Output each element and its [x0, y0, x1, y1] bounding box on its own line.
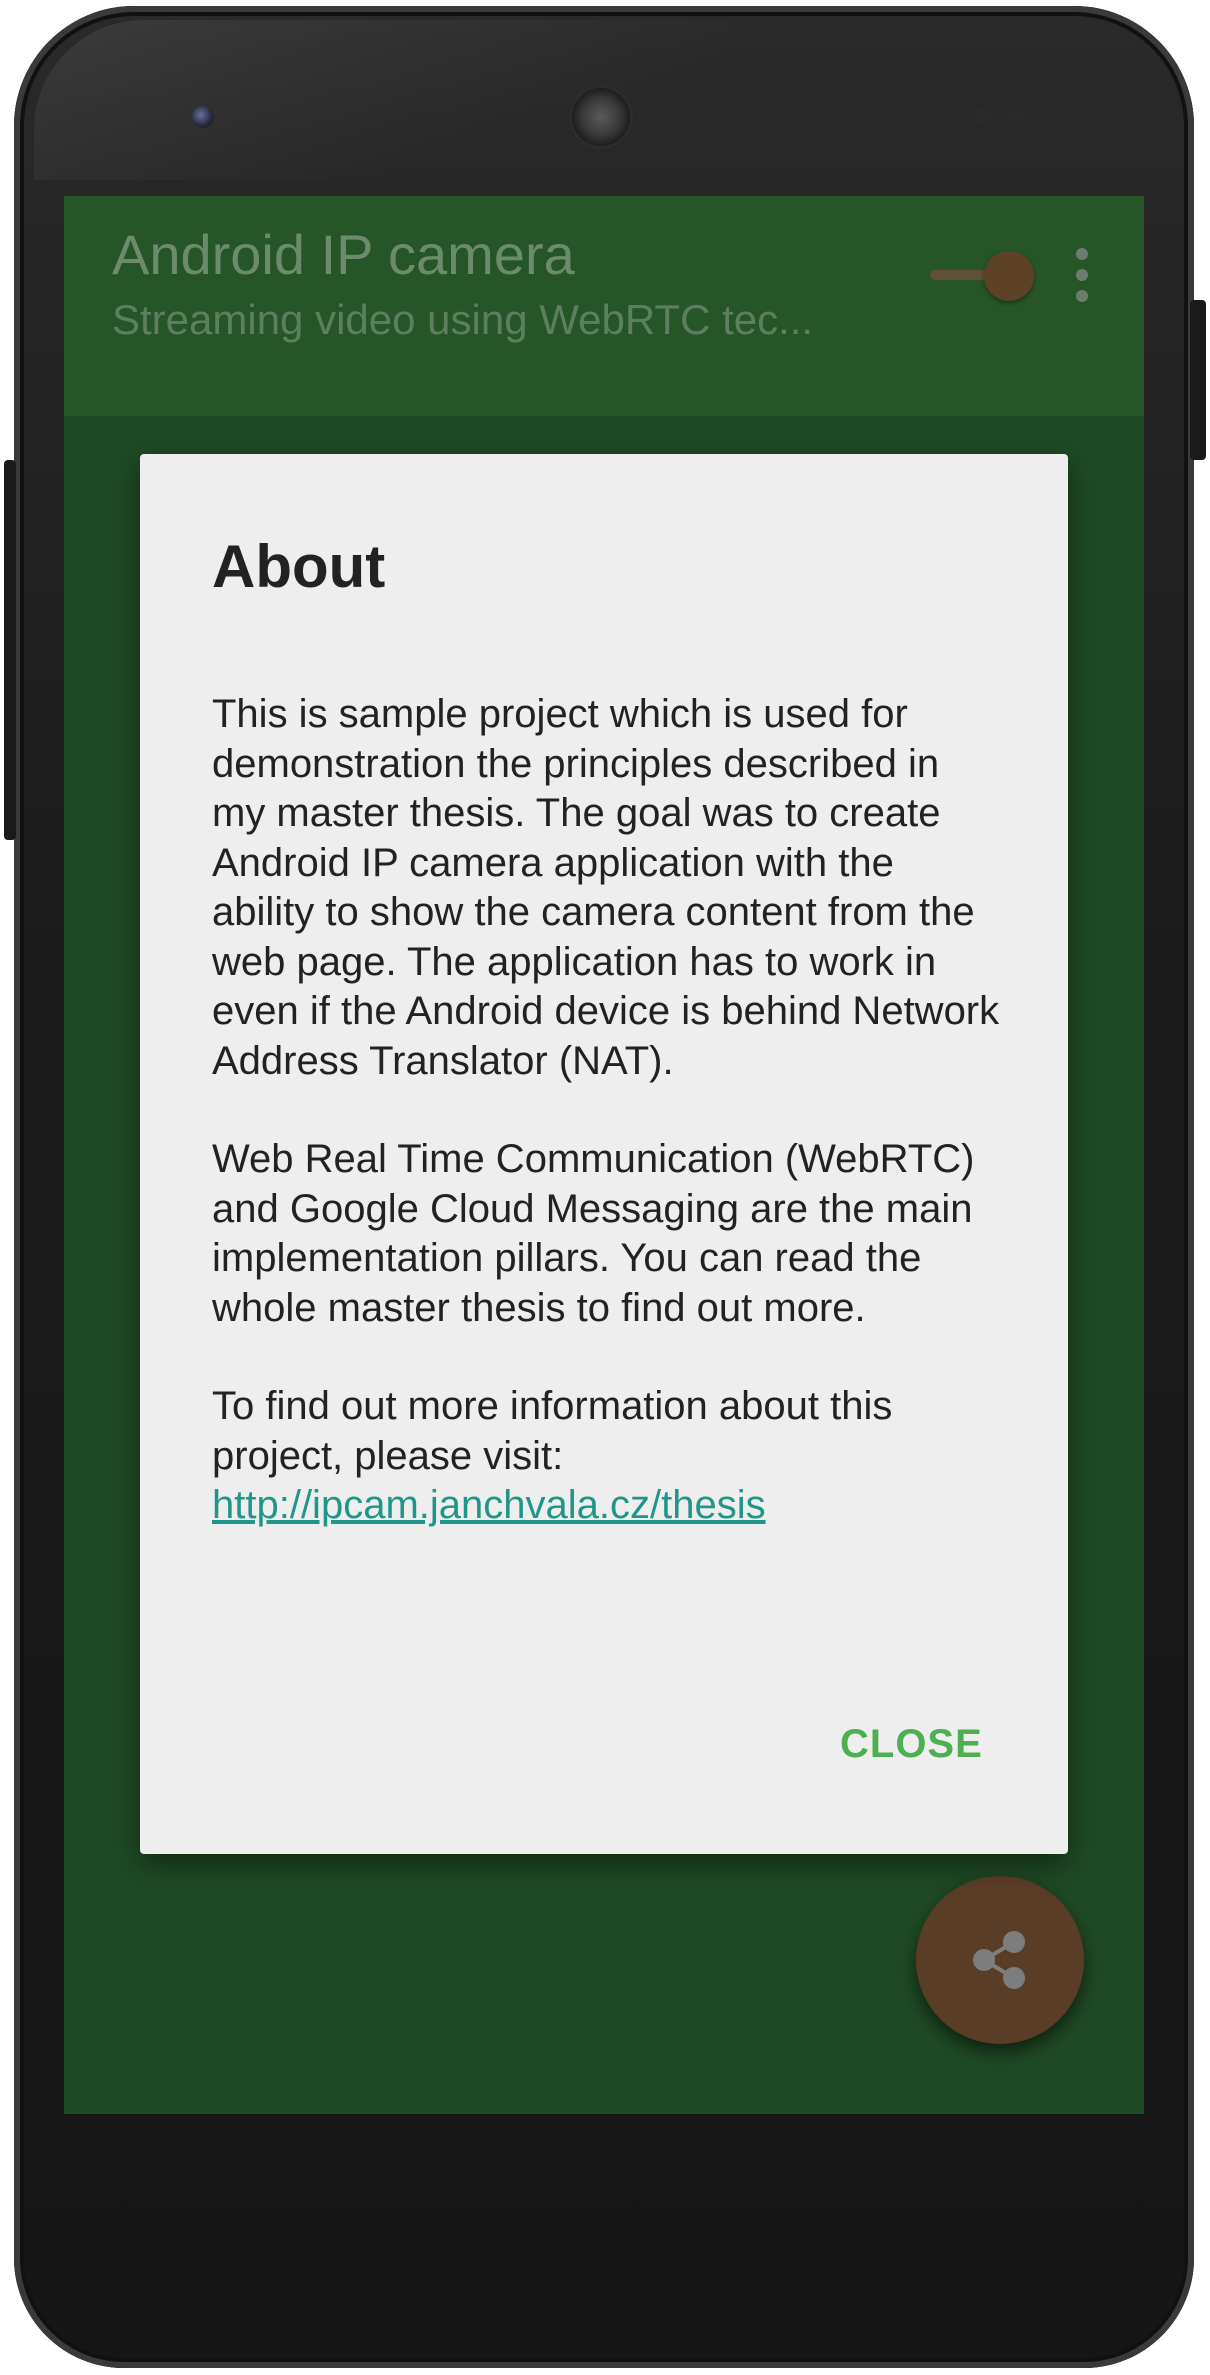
light-sensor — [1008, 108, 1024, 124]
front-camera-icon — [192, 106, 214, 128]
app-title: Android IP camera — [112, 223, 575, 286]
close-button[interactable]: CLOSE — [840, 1722, 983, 1767]
switch-thumb — [984, 251, 1034, 301]
app-screen: Android IP camera Streaming video using … — [64, 196, 1144, 2114]
dialog-body: This is sample project which is used for… — [212, 690, 1002, 1531]
volume-rocker — [4, 460, 16, 840]
phone-sheen — [34, 20, 734, 180]
toolbar: Android IP camera Streaming video using … — [64, 196, 1144, 416]
app-subtitle: Streaming video using WebRTC tec... — [112, 296, 814, 343]
share-icon — [973, 1931, 1025, 1989]
share-fab-button[interactable] — [916, 1876, 1084, 2044]
streaming-switch[interactable] — [930, 248, 1040, 304]
power-button — [1190, 300, 1206, 460]
about-dialog: About This is sample project which is us… — [140, 454, 1068, 1854]
proximity-sensor — [975, 108, 991, 124]
dialog-paragraph-3: To find out more information about this … — [212, 1382, 1002, 1531]
earpiece-speaker — [572, 88, 630, 146]
dialog-title: About — [212, 533, 386, 600]
dialog-paragraph-3-text: To find out more information about this … — [212, 1384, 893, 1478]
device-frame: Android IP camera Streaming video using … — [0, 0, 1210, 2375]
thesis-link[interactable]: http://ipcam.janchvala.cz/thesis — [212, 1483, 766, 1527]
dialog-paragraph-1: This is sample project which is used for… — [212, 692, 1000, 1083]
more-vert-icon[interactable] — [1070, 248, 1094, 308]
dialog-paragraph-2: Web Real Time Communication (WebRTC) and… — [212, 1137, 975, 1330]
